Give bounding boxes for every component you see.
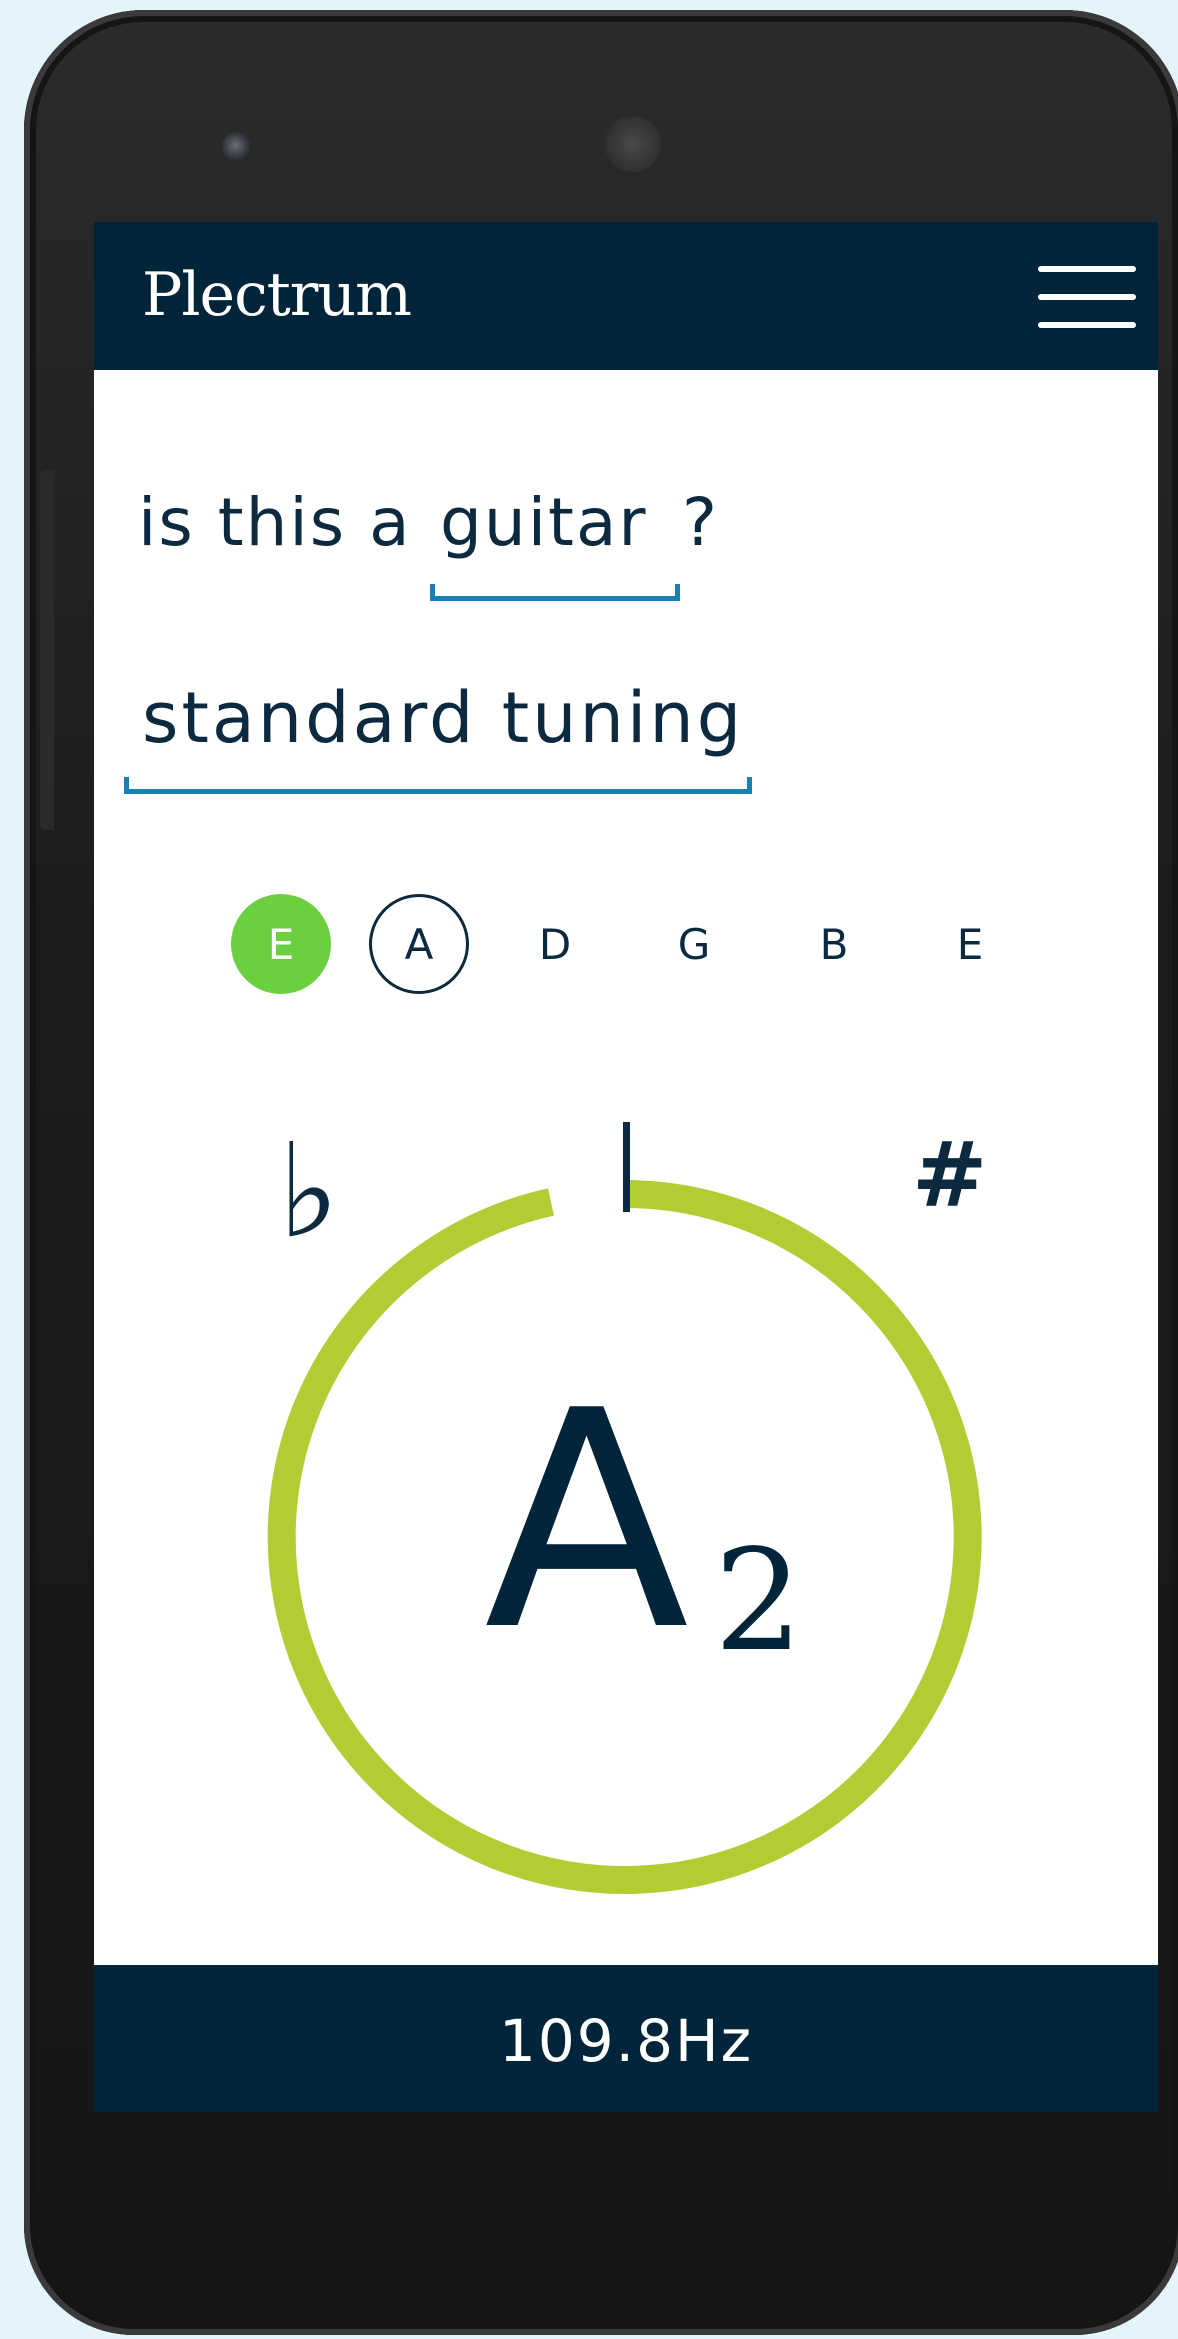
top-bar: Plectrum xyxy=(94,222,1158,370)
frequency-bar: 109.8Hz xyxy=(94,1965,1158,2112)
string-button-4[interactable]: G xyxy=(644,894,744,994)
instrument-select-underline xyxy=(430,584,680,601)
string-label: B xyxy=(819,919,849,969)
string-label: E xyxy=(956,919,984,969)
string-label: G xyxy=(677,919,711,969)
string-label: D xyxy=(538,919,572,969)
string-label: A xyxy=(404,919,434,969)
string-button-3[interactable]: D xyxy=(505,894,605,994)
string-button-1[interactable]: E xyxy=(231,894,331,994)
tuning-select-underline xyxy=(124,777,752,794)
phone-frame: Plectrum is this a guitar ? standard tun… xyxy=(24,10,1178,2335)
string-label: E xyxy=(267,919,295,969)
tuning-select-value: standard tuning xyxy=(142,677,745,759)
question-mark: ? xyxy=(682,484,718,561)
instrument-select-value: guitar xyxy=(440,484,648,561)
side-button xyxy=(40,470,54,830)
string-selector: E A D G B E xyxy=(94,894,1158,1004)
string-button-6[interactable]: E xyxy=(920,894,1020,994)
instrument-select[interactable]: guitar xyxy=(430,484,680,604)
tuning-needle xyxy=(623,1122,630,1212)
tuning-select[interactable]: standard tuning xyxy=(124,677,754,797)
earpiece-speaker xyxy=(605,116,661,172)
app-title: Plectrum xyxy=(142,260,412,330)
detected-note: A xyxy=(484,1347,690,1696)
string-button-5[interactable]: B xyxy=(784,894,884,994)
app-screen: Plectrum is this a guitar ? standard tun… xyxy=(94,222,1158,2112)
detected-octave: 2 xyxy=(714,1520,804,1683)
instrument-prompt: is this a xyxy=(138,484,412,561)
front-camera xyxy=(222,132,252,162)
hamburger-menu-icon[interactable] xyxy=(1034,262,1138,334)
frequency-readout: 109.8Hz xyxy=(498,2007,754,2075)
string-button-2[interactable]: A xyxy=(369,894,469,994)
